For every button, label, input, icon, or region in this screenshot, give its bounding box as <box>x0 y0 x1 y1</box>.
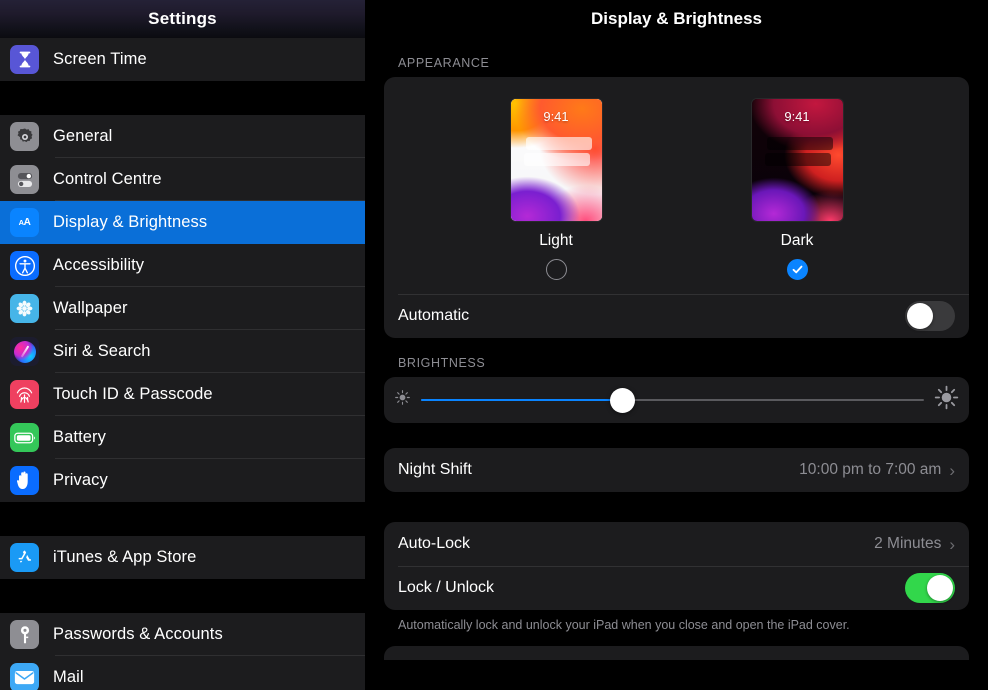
sidebar-item-battery[interactable]: Battery <box>0 416 365 459</box>
hand-icon <box>10 466 39 495</box>
sidebar-item-label: Mail <box>53 668 84 687</box>
brightness-slider[interactable] <box>421 387 924 413</box>
sidebar-item-passwords-accounts[interactable]: Passwords & Accounts <box>0 613 365 656</box>
settings-sidebar: Settings Screen Time General Control Centr… <box>0 0 365 690</box>
sidebar-item-label: Battery <box>53 428 106 447</box>
chevron-right-icon: › <box>949 462 955 479</box>
theme-option-light[interactable]: 9:41 Light <box>511 99 602 280</box>
light-theme-label: Light <box>539 232 573 250</box>
sidebar-group-gap <box>0 579 365 613</box>
detail-pane: Display & Brightness APPEARANCE 9:41 Lig… <box>365 0 988 690</box>
lock-unlock-label: Lock / Unlock <box>398 579 494 597</box>
check-icon <box>791 263 804 276</box>
aa-text-icon: AA <box>10 208 39 237</box>
theme-chooser[interactable]: 9:41 Light 9:41 Dark <box>384 77 969 294</box>
light-theme-radio[interactable] <box>546 259 567 280</box>
sidebar-item-label: Siri & Search <box>53 342 151 361</box>
sidebar-item-privacy[interactable]: Privacy <box>0 459 365 502</box>
dark-theme-radio[interactable] <box>787 259 808 280</box>
sidebar-item-general[interactable]: General <box>0 115 365 158</box>
page-title: Display & Brightness <box>365 0 988 38</box>
sidebar-item-label: Touch ID & Passcode <box>53 385 213 404</box>
envelope-icon <box>10 663 39 690</box>
battery-icon <box>10 423 39 452</box>
sidebar-item-touch-id-passcode[interactable]: Touch ID & Passcode <box>0 373 365 416</box>
dark-preview-clock: 9:41 <box>752 109 843 124</box>
next-section-card-partial <box>384 646 969 660</box>
sidebar-item-control-centre[interactable]: Control Centre <box>0 158 365 201</box>
night-shift-value: 10:00 pm to 7:00 am <box>799 461 941 479</box>
auto-lock-label: Auto-Lock <box>398 535 470 553</box>
sidebar-item-accessibility[interactable]: Accessibility <box>0 244 365 287</box>
sidebar-group: iTunes & App Store <box>0 536 365 579</box>
sidebar-item-label: Display & Brightness <box>53 213 207 232</box>
sidebar-group-gap <box>0 502 365 536</box>
accessibility-person-icon <box>10 251 39 280</box>
ipad-settings-screen: Settings Screen Time General Control Centr… <box>0 0 988 690</box>
night-shift-label: Night Shift <box>398 461 472 479</box>
sidebar-group: Screen Time <box>0 38 365 81</box>
sidebar-item-label: Passwords & Accounts <box>53 625 223 644</box>
lock-footer-note: Automatically lock and unlock your iPad … <box>384 610 969 634</box>
theme-option-dark[interactable]: 9:41 Dark <box>752 99 843 280</box>
sidebar-item-label: Control Centre <box>53 170 162 189</box>
sidebar-item-label: Screen Time <box>53 50 147 69</box>
auto-lock-value: 2 Minutes <box>874 535 941 553</box>
sun-small-icon <box>394 389 411 411</box>
light-wallpaper-preview[interactable]: 9:41 <box>511 99 602 221</box>
sun-large-icon <box>934 385 959 415</box>
sidebar-row-separator <box>55 80 365 81</box>
lock-unlock-row[interactable]: Lock / Unlock <box>384 566 969 610</box>
automatic-toggle-knob <box>907 303 933 329</box>
sidebar-item-label: Accessibility <box>53 256 144 275</box>
brightness-card <box>384 377 969 423</box>
brightness-section-label: BRIGHTNESS <box>384 338 969 377</box>
key-icon <box>10 620 39 649</box>
sidebar-group: Passwords & Accounts Mail <box>0 613 365 690</box>
sidebar-item-wallpaper[interactable]: Wallpaper <box>0 287 365 330</box>
night-shift-card: Night Shift 10:00 pm to 7:00 am › <box>384 448 969 492</box>
sidebar-item-label: Wallpaper <box>53 299 128 318</box>
appearance-section-label: APPEARANCE <box>384 38 969 77</box>
siri-orb-icon <box>10 337 39 366</box>
slider-fill <box>421 399 622 401</box>
automatic-row[interactable]: Automatic <box>384 294 969 338</box>
auto-lock-row[interactable]: Auto-Lock 2 Minutes › <box>384 522 969 566</box>
sidebar-item-mail[interactable]: Mail <box>0 656 365 690</box>
toggles-icon <box>10 165 39 194</box>
appearance-card: 9:41 Light 9:41 Dark <box>384 77 969 338</box>
lock-unlock-toggle[interactable] <box>905 573 955 603</box>
night-shift-row[interactable]: Night Shift 10:00 pm to 7:00 am › <box>384 448 969 492</box>
sidebar-item-display-brightness[interactable]: AA Display & Brightness <box>0 201 365 244</box>
sidebar-row-separator <box>55 501 365 502</box>
sidebar-item-label: Privacy <box>53 471 108 490</box>
hourglass-icon <box>10 45 39 74</box>
dark-theme-label: Dark <box>781 232 814 250</box>
app-store-icon <box>10 543 39 572</box>
sidebar-row-separator <box>55 578 365 579</box>
automatic-toggle[interactable] <box>905 301 955 331</box>
sidebar-item-itunes-app-store[interactable]: iTunes & App Store <box>0 536 365 579</box>
sidebar-title: Settings <box>0 0 365 38</box>
chevron-right-icon: › <box>949 536 955 553</box>
gear-icon <box>10 122 39 151</box>
sidebar-item-siri-search[interactable]: Siri & Search <box>0 330 365 373</box>
fingerprint-icon <box>10 380 39 409</box>
dark-wallpaper-preview[interactable]: 9:41 <box>752 99 843 221</box>
sidebar-group: General Control Centre AA Display & Brightn… <box>0 115 365 502</box>
automatic-label: Automatic <box>398 307 469 325</box>
lock-card: Auto-Lock 2 Minutes › Lock / Unlock <box>384 522 969 610</box>
sidebar-item-label: General <box>53 127 112 146</box>
sidebar-item-screen-time[interactable]: Screen Time <box>0 38 365 81</box>
sidebar-group-gap <box>0 81 365 115</box>
light-preview-clock: 9:41 <box>511 109 602 124</box>
sidebar-list[interactable]: Screen Time General Control Centre AA Displa… <box>0 38 365 690</box>
lock-unlock-toggle-knob <box>927 575 953 601</box>
sidebar-item-label: iTunes & App Store <box>53 548 196 567</box>
flower-icon <box>10 294 39 323</box>
slider-knob[interactable] <box>610 388 635 413</box>
